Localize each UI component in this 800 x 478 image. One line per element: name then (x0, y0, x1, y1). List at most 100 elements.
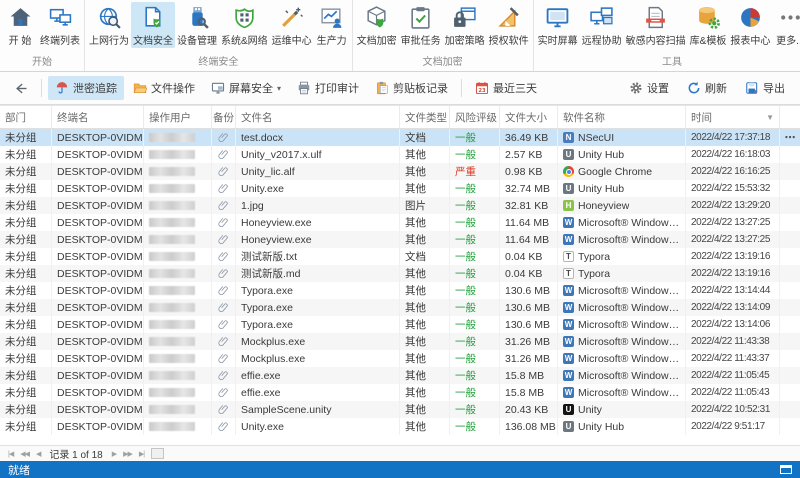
ribbon-button[interactable]: 报表中心 (728, 2, 772, 48)
row-actions-button[interactable] (780, 316, 800, 333)
ribbon-button[interactable]: 设备管理 (175, 2, 219, 48)
table-row[interactable]: 未分组 DESKTOP-0VIDMDJ test.docx 文档 一般 36.4… (0, 129, 800, 146)
paperclip-icon[interactable] (218, 353, 229, 364)
paperclip-icon[interactable] (218, 251, 229, 262)
paperclip-icon[interactable] (218, 404, 229, 415)
paperclip-icon[interactable] (218, 387, 229, 398)
paperclip-icon[interactable] (218, 370, 229, 381)
paperclip-icon[interactable] (218, 183, 229, 194)
table-row[interactable]: 未分组 DESKTOP-0VIDMDJ Unity_lic.alf 其他 严重 … (0, 163, 800, 180)
row-actions-button[interactable] (780, 265, 800, 282)
row-actions-button[interactable] (780, 367, 800, 384)
column-header-filename[interactable]: 文件名 (236, 106, 400, 128)
column-header-software[interactable]: 软件名称 (558, 106, 686, 128)
column-header-time[interactable]: 时间 ▼ (686, 106, 780, 128)
table-row[interactable]: 未分组 DESKTOP-0VIDMDJ Mockplus.exe 其他 一般 3… (0, 333, 800, 350)
table-row[interactable]: 未分组 DESKTOP-0VIDMDJ SampleScene.unity 其他… (0, 401, 800, 418)
paperclip-icon[interactable] (218, 268, 229, 279)
prev-record-button[interactable]: ◀ (34, 450, 42, 458)
column-header-terminal[interactable]: 终端名 (52, 106, 144, 128)
table-row[interactable]: 未分组 DESKTOP-0VIDMDJ Typora.exe 其他 一般 130… (0, 282, 800, 299)
pager-extra-button[interactable] (151, 448, 165, 459)
row-actions-button[interactable] (780, 401, 800, 418)
toolbar-button[interactable]: 剪贴板记录 (368, 76, 455, 100)
paperclip-icon[interactable] (218, 132, 229, 143)
ribbon-button[interactable]: 文档加密 (355, 2, 399, 48)
table-row[interactable]: 未分组 DESKTOP-0VIDMDJ Honeyview.exe 其他 一般 … (0, 231, 800, 248)
table-row[interactable]: 未分组 DESKTOP-0VIDMDJ 测试新版.txt 文档 一般 0.04 … (0, 248, 800, 265)
table-row[interactable]: 未分组 DESKTOP-0VIDMDJ effie.exe 其他 一般 15.8… (0, 384, 800, 401)
table-row[interactable]: 未分组 DESKTOP-0VIDMDJ Unity.exe 其他 一般 32.7… (0, 180, 800, 197)
last-page-button[interactable]: ▶| (137, 450, 146, 458)
window-status-icon[interactable] (780, 465, 792, 474)
row-actions-button[interactable] (780, 350, 800, 367)
row-actions-button[interactable] (780, 299, 800, 316)
row-actions-button[interactable] (780, 418, 800, 435)
toolbar-button[interactable]: 泄密追踪 (48, 76, 124, 100)
toolbar-right-button[interactable]: 导出 (738, 76, 792, 100)
table-row[interactable]: 未分组 DESKTOP-0VIDMDJ Unity.exe 其他 一般 136.… (0, 418, 800, 435)
first-page-button[interactable]: |◀ (6, 450, 15, 458)
ribbon-button[interactable]: 实时屏幕 (536, 2, 580, 48)
row-actions-button[interactable] (780, 248, 800, 265)
ribbon-button[interactable]: 授权软件 (487, 2, 531, 48)
column-header-filetype[interactable]: 文件类型 (400, 106, 450, 128)
row-actions-button[interactable]: ⋯ (780, 129, 800, 146)
ribbon-button[interactable]: 系统&网络 (219, 2, 270, 48)
ribbon-button[interactable]: 敏感内容扫描 (624, 2, 688, 48)
paperclip-icon[interactable] (218, 302, 229, 313)
column-header-department[interactable]: 部门 (0, 106, 52, 128)
row-actions-button[interactable] (780, 163, 800, 180)
row-actions-button[interactable] (780, 180, 800, 197)
paperclip-icon[interactable] (218, 234, 229, 245)
paperclip-icon[interactable] (218, 421, 229, 432)
paperclip-icon[interactable] (218, 149, 229, 160)
next-record-button[interactable]: ▶ (110, 450, 118, 458)
ribbon-button[interactable]: 审批任务 (399, 2, 443, 48)
column-header-filesize[interactable]: 文件大小 (500, 106, 558, 128)
ribbon-button[interactable]: 远程协助 (580, 2, 624, 48)
table-row[interactable]: 未分组 DESKTOP-0VIDMDJ 1.jpg 图片 一般 32.81 KB… (0, 197, 800, 214)
ribbon-button[interactable]: 开 始 (2, 2, 38, 48)
row-actions-button[interactable] (780, 231, 800, 248)
ribbon-button[interactable]: 生产力 (314, 2, 350, 48)
back-button[interactable] (8, 79, 35, 98)
date-filter-button[interactable]: 最近三天 (468, 76, 544, 100)
table-row[interactable]: 未分组 DESKTOP-0VIDMDJ Typora.exe 其他 一般 130… (0, 299, 800, 316)
paperclip-icon[interactable] (218, 166, 229, 177)
toolbar-right-button[interactable]: 刷新 (680, 76, 734, 100)
table-row[interactable]: 未分组 DESKTOP-0VIDMDJ Typora.exe 其他 一般 130… (0, 316, 800, 333)
row-actions-button[interactable] (780, 214, 800, 231)
row-actions-button[interactable] (780, 384, 800, 401)
table-row[interactable]: 未分组 DESKTOP-0VIDMDJ Honeyview.exe 其他 一般 … (0, 214, 800, 231)
table-row[interactable]: 未分组 DESKTOP-0VIDMDJ Unity_v2017.x.ulf 其他… (0, 146, 800, 163)
paperclip-icon[interactable] (218, 336, 229, 347)
ribbon-button[interactable]: 终端列表 (38, 2, 82, 48)
paperclip-icon[interactable] (218, 217, 229, 228)
column-header-user[interactable]: 操作用户 (144, 106, 212, 128)
ribbon-button[interactable]: 更多... (772, 2, 800, 48)
toolbar-button[interactable]: 文件操作 (126, 76, 202, 100)
table-row[interactable]: 未分组 DESKTOP-0VIDMDJ effie.exe 其他 一般 15.8… (0, 367, 800, 384)
column-header-backup[interactable]: 备份 (212, 106, 236, 128)
prev-page-button[interactable]: ◀◀ (18, 450, 31, 458)
ribbon-button[interactable]: 文档安全 (131, 2, 175, 48)
table-row[interactable]: 未分组 DESKTOP-0VIDMDJ 测试新版.md 其他 一般 0.04 K… (0, 265, 800, 282)
row-actions-button[interactable] (780, 146, 800, 163)
column-header-risk[interactable]: 风险评级 (450, 106, 500, 128)
ribbon-button[interactable]: 加密策略 (443, 2, 487, 48)
paperclip-icon[interactable] (218, 285, 229, 296)
ribbon-button[interactable]: 库&模板 (688, 2, 729, 48)
table-row[interactable]: 未分组 DESKTOP-0VIDMDJ Mockplus.exe 其他 一般 3… (0, 350, 800, 367)
ribbon-button[interactable]: 运维中心 (270, 2, 314, 48)
toolbar-right-button[interactable]: 设置 (622, 76, 676, 100)
toolbar-button[interactable]: 屏幕安全 ▾ (204, 76, 288, 100)
row-actions-button[interactable] (780, 282, 800, 299)
row-actions-button[interactable] (780, 333, 800, 350)
paperclip-icon[interactable] (218, 319, 229, 330)
row-actions-button[interactable] (780, 197, 800, 214)
next-page-button[interactable]: ▶▶ (121, 450, 134, 458)
toolbar-button[interactable]: 打印审计 (290, 76, 366, 100)
ribbon-button[interactable]: 上网行为 (87, 2, 131, 48)
paperclip-icon[interactable] (218, 200, 229, 211)
